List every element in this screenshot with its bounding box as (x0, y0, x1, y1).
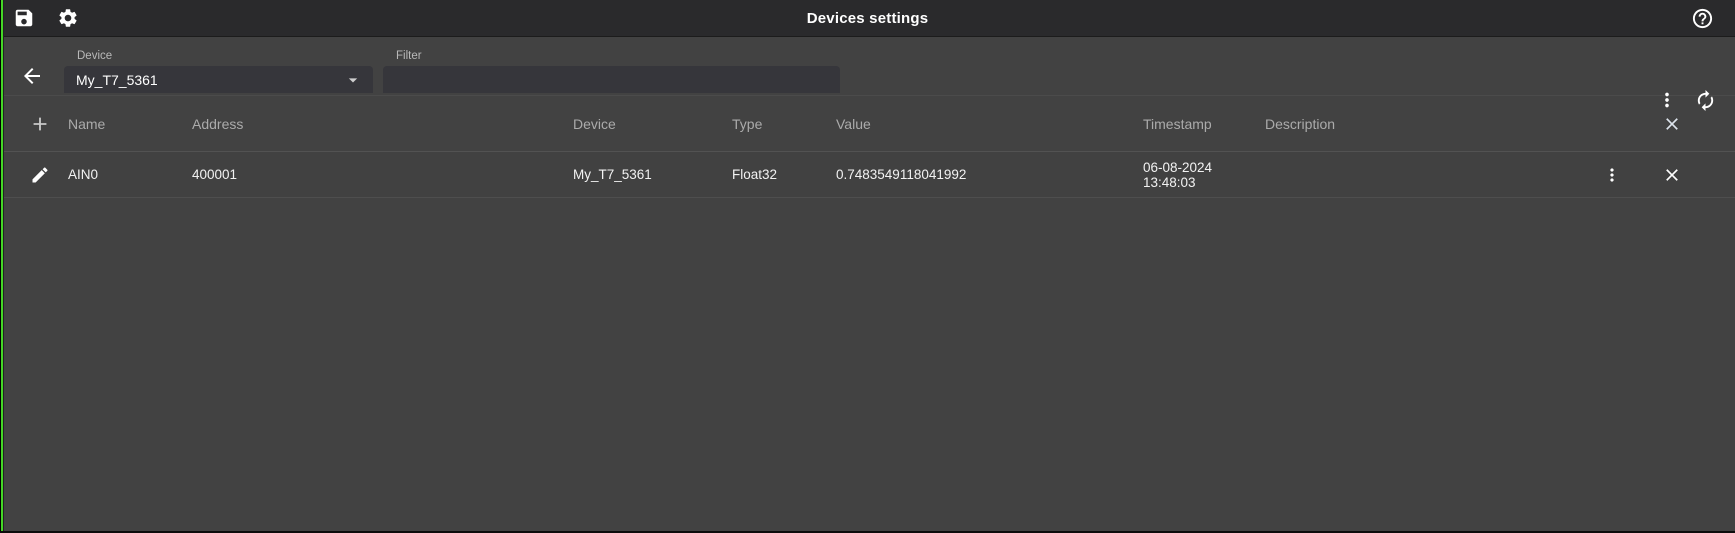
row-value: 0.7483549118041992 (836, 167, 1143, 182)
help-button[interactable] (1690, 6, 1714, 30)
refresh-icon (1694, 89, 1717, 112)
edit-register-button[interactable] (28, 163, 52, 187)
row-timestamp: 06-08-2024 13:48:03 (1143, 160, 1265, 190)
header-name: Name (68, 116, 192, 132)
help-icon (1691, 7, 1714, 30)
header-description: Description (1265, 116, 1588, 132)
header-type: Type (732, 116, 836, 132)
header-timestamp: Timestamp (1143, 116, 1265, 132)
add-icon (29, 113, 51, 135)
row-name: AIN0 (68, 167, 192, 182)
header-address: Address (192, 116, 573, 132)
screen-capture-border (0, 0, 4, 533)
row-device: My_T7_5361 (573, 167, 732, 182)
toolbar: Device My_T7_5361 Filter (0, 37, 1735, 95)
back-button[interactable] (20, 64, 44, 88)
close-all-button[interactable] (1660, 112, 1684, 136)
row-kebab-cell (1588, 163, 1636, 187)
device-field: Device My_T7_5361 (64, 50, 373, 93)
row-close-cell (1648, 163, 1696, 187)
row-edit-cell (0, 163, 68, 187)
kebab-menu-icon (1602, 165, 1622, 185)
row-address: 400001 (192, 167, 573, 182)
page-title: Devices settings (0, 10, 1735, 27)
header-add-cell (0, 112, 68, 136)
table-header: Name Address Device Type Value Timestamp… (0, 95, 1735, 152)
close-icon (1662, 114, 1682, 134)
filter-field-label: Filter (396, 50, 840, 62)
edit-pencil-icon (30, 165, 50, 185)
header-close-cell (1648, 112, 1696, 136)
device-select[interactable]: My_T7_5361 (64, 66, 373, 93)
filter-field: Filter (383, 50, 840, 93)
kebab-menu-icon (1656, 89, 1678, 111)
row-type: Float32 (732, 167, 836, 182)
refresh-button[interactable] (1693, 88, 1717, 112)
device-select-value: My_T7_5361 (76, 72, 343, 88)
titlebar: Devices settings (0, 0, 1735, 37)
filter-input-box (383, 66, 840, 93)
toolbar-more-button[interactable] (1655, 88, 1679, 112)
row-delete-button[interactable] (1660, 163, 1684, 187)
header-value: Value (836, 116, 1143, 132)
device-field-label: Device (77, 50, 373, 62)
header-device: Device (573, 116, 732, 132)
row-more-button[interactable] (1600, 163, 1624, 187)
add-register-button[interactable] (28, 112, 52, 136)
chevron-down-icon (343, 70, 363, 90)
table-empty-area (0, 198, 1735, 533)
table-row: AIN0 400001 My_T7_5361 Float32 0.7483549… (0, 152, 1735, 198)
close-icon (1662, 165, 1682, 185)
back-arrow-icon (20, 64, 44, 88)
filter-input[interactable] (395, 72, 830, 88)
